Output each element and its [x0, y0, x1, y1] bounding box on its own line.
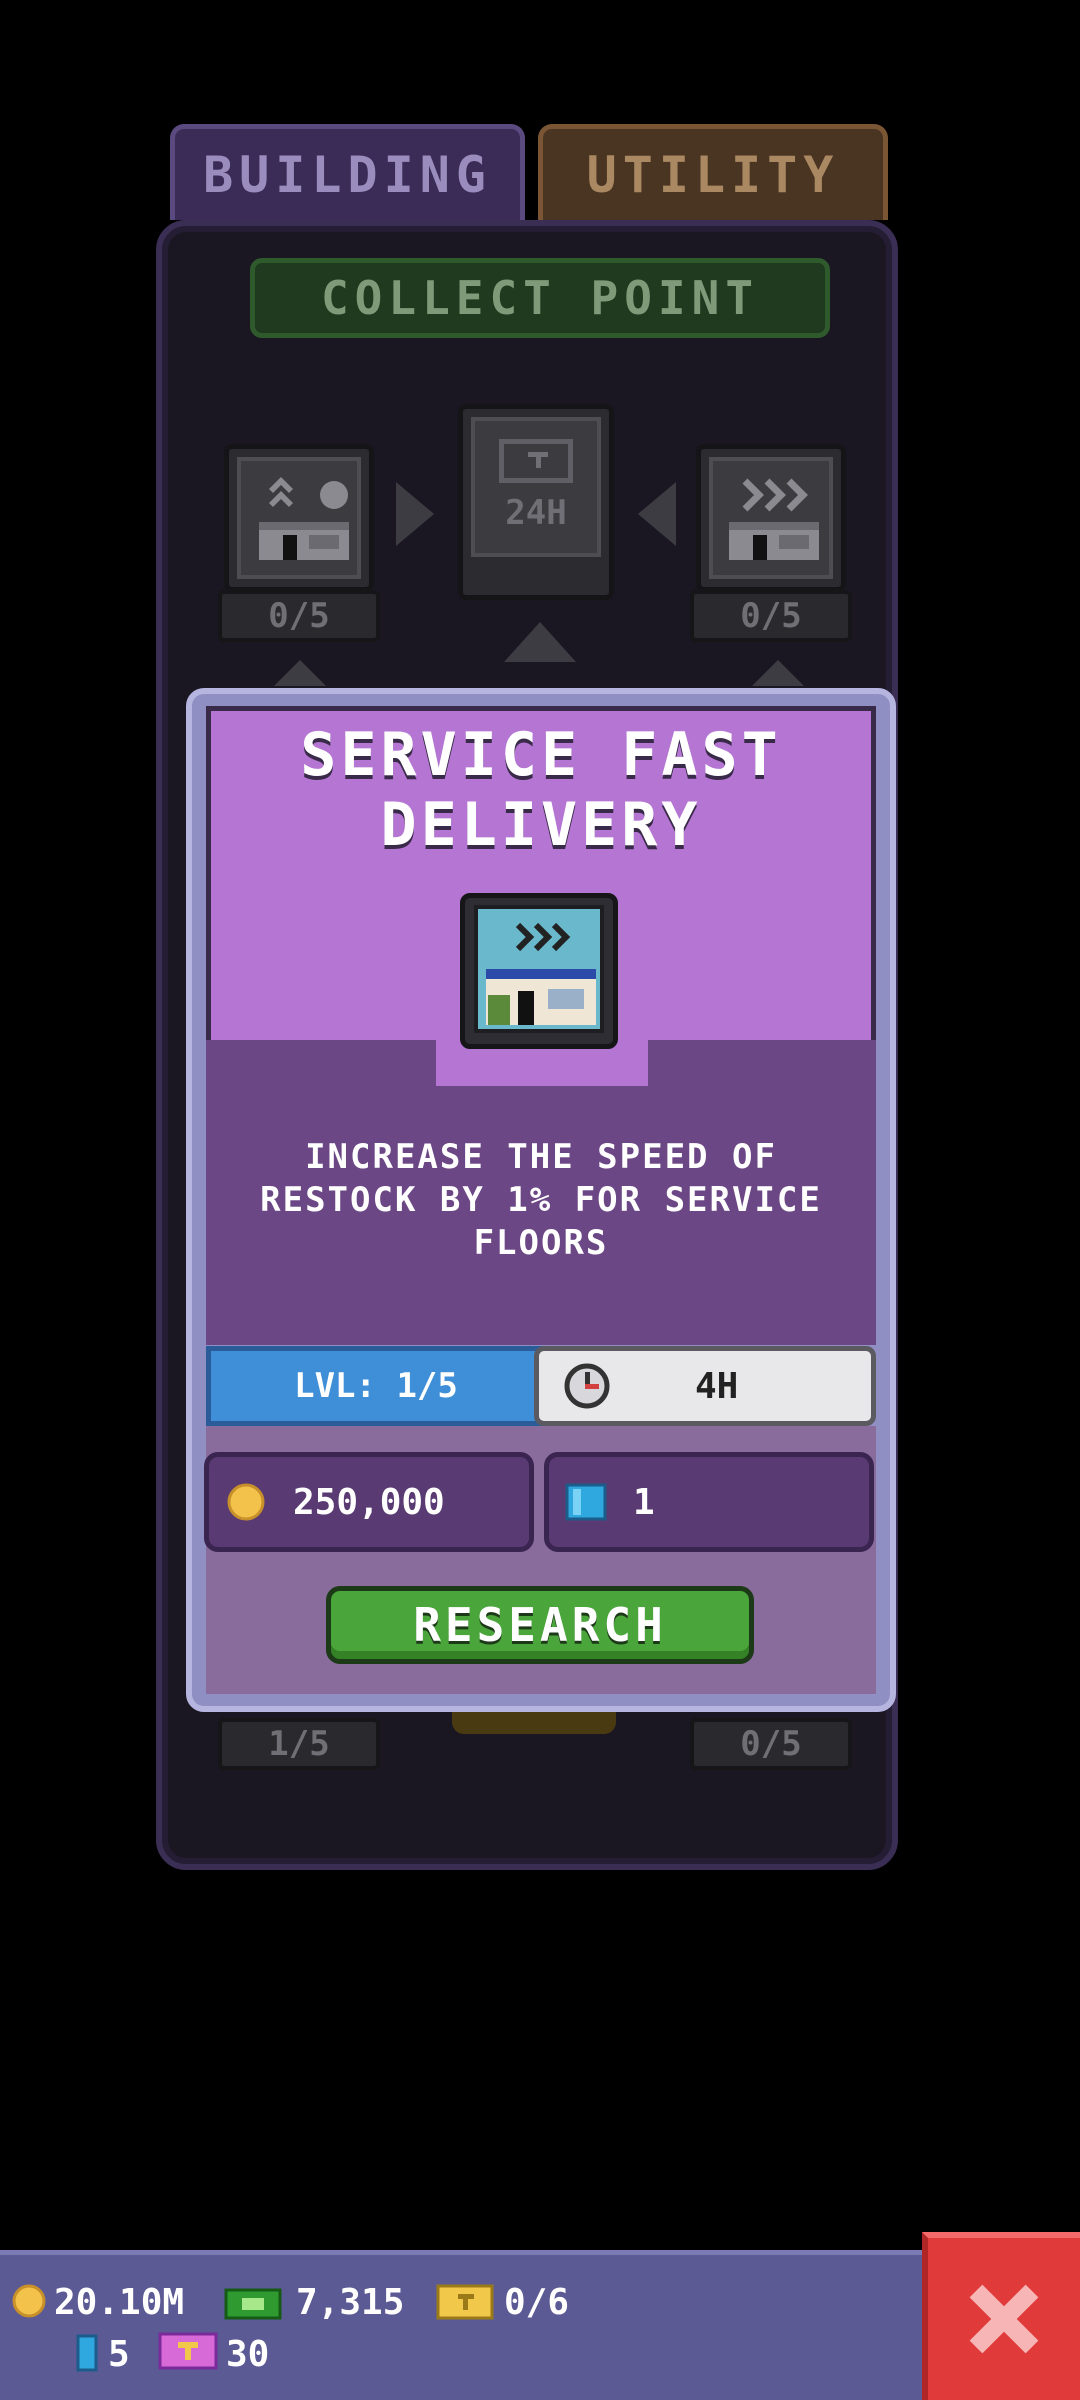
fast-delivery-icon — [729, 478, 819, 560]
tree-node-right[interactable] — [696, 444, 846, 592]
cost-gems-value: 1 — [633, 1481, 655, 1523]
research-button[interactable]: RESEARCH — [326, 1586, 754, 1664]
dialog-title: SERVICE FAST DELIVERY — [300, 720, 782, 860]
vip-tickets-count: 30 — [226, 2333, 270, 2375]
tree-node-left[interactable] — [224, 444, 374, 592]
tickets-count: 0/6 — [504, 2281, 570, 2323]
cash-count: 7,315 — [296, 2281, 405, 2323]
arrow-up-icon — [504, 622, 576, 662]
duration-text: 4H — [695, 1365, 739, 1407]
coin-icon — [227, 1483, 265, 1521]
clock-icon — [564, 1363, 610, 1409]
shop-building-icon — [259, 477, 349, 560]
close-button[interactable] — [922, 2232, 1080, 2400]
close-icon — [969, 2284, 1039, 2354]
research-duration: 4H — [534, 1346, 876, 1426]
coin-icon — [12, 2284, 46, 2318]
gem-icon — [76, 2334, 98, 2372]
coins-count: 20.10M — [54, 2281, 185, 2323]
node-right-count: 0/5 — [690, 590, 852, 642]
arrow-up-icon — [752, 660, 804, 686]
node-center-label: 24H — [505, 493, 567, 533]
ticket-icon — [436, 2284, 494, 2320]
arrow-up-icon — [274, 660, 326, 686]
node-bottom-left-count: 1/5 — [218, 1718, 380, 1770]
gems-count: 5 — [108, 2333, 130, 2375]
node-bottom-center — [452, 1710, 616, 1734]
tree-node-center[interactable]: 24H — [458, 404, 614, 600]
dialog-description: INCREASE THE SPEED OF RESTOCK BY 1% FOR … — [260, 1137, 822, 1263]
node-left-count: 0/5 — [218, 590, 380, 642]
section-title: COLLECT POINT — [250, 258, 830, 338]
vip-ticket-icon — [158, 2332, 218, 2370]
arrow-left-icon — [638, 482, 676, 546]
node-bottom-right-count: 0/5 — [690, 1718, 852, 1770]
gem-icon — [565, 1483, 607, 1521]
level-indicator: LVL: 1/5 — [206, 1346, 546, 1426]
cost-gems: 1 — [544, 1452, 874, 1552]
currency-bar — [0, 2250, 925, 2400]
cash-icon — [224, 2288, 282, 2320]
tab-utility[interactable]: UTILITY — [538, 124, 888, 220]
cost-coins-value: 250,000 — [293, 1481, 445, 1523]
cost-coins: 250,000 — [204, 1452, 534, 1552]
fast-delivery-icon — [474, 905, 604, 1033]
ticket-icon — [499, 439, 573, 483]
tab-building[interactable]: BUILDING — [170, 124, 525, 220]
arrow-right-icon — [396, 482, 434, 546]
